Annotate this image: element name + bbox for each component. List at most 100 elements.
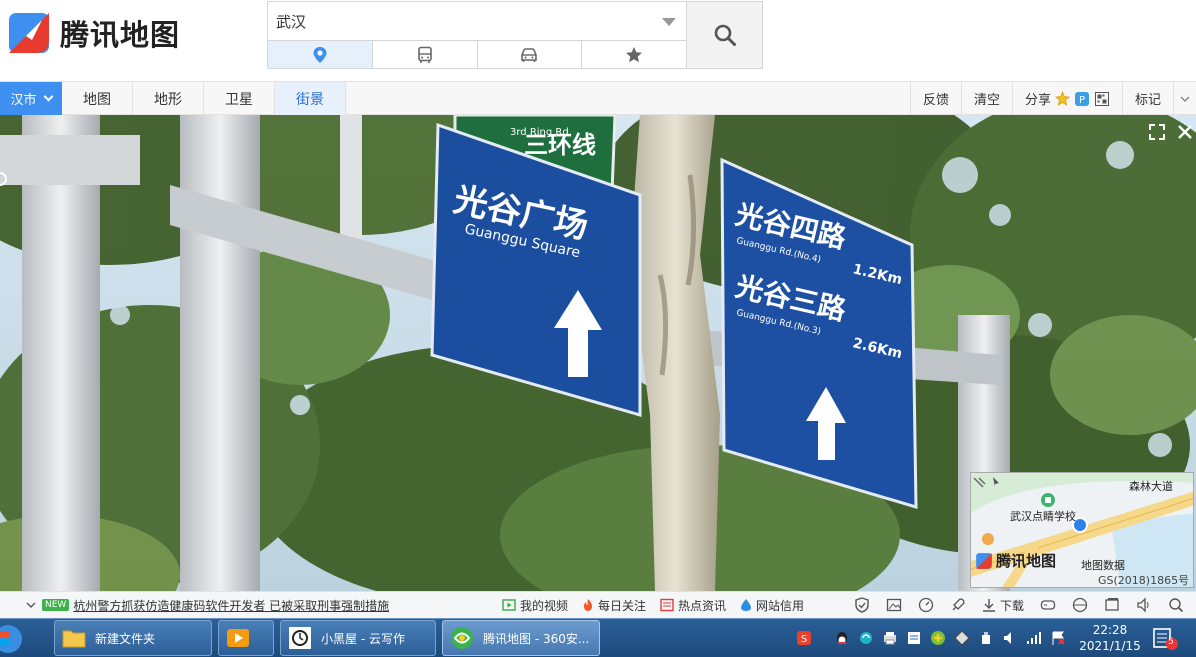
tab-drive[interactable] (477, 41, 583, 68)
download-icon (982, 599, 995, 612)
logo[interactable]: 腾讯地图 (6, 10, 180, 56)
minimap-brand-text: 腾讯地图 (996, 552, 1057, 570)
tab-streetview[interactable]: 街景 (275, 82, 346, 115)
shield-icon[interactable] (854, 597, 870, 613)
usb-icon[interactable] (978, 630, 994, 646)
plus-icon[interactable] (930, 630, 946, 646)
search-icon (714, 24, 736, 46)
rotate-control-icon[interactable] (0, 170, 10, 188)
qq-icon[interactable] (834, 630, 850, 646)
my-videos-label: 我的视频 (520, 598, 569, 613)
tab-satellite[interactable]: 卫星 (204, 82, 275, 115)
more-tools-button[interactable] (1173, 82, 1196, 115)
new-badge: NEW (42, 599, 70, 611)
minimap-data-label: 地图数据 (1081, 559, 1125, 572)
task-label: 小黑屋 - 云写作 (321, 631, 405, 646)
city-selector[interactable]: 汉市 (0, 82, 62, 115)
map-copyright: GS(2018)1865号 (1098, 574, 1190, 587)
network-signal-icon[interactable] (1026, 630, 1042, 646)
toolbar-tools: 反馈 清空 分享 P 标记 (909, 82, 1196, 115)
tencent-map-logo-icon (976, 552, 992, 569)
header: 腾讯地图 (0, 0, 1196, 81)
qzone-icon[interactable]: P (1074, 91, 1090, 107)
task-label: 腾讯地图 - 360安... (483, 631, 590, 646)
printer-icon[interactable] (882, 630, 898, 646)
minimap[interactable]: 武汉点睛学校 森林大道 腾讯地图 地图数据 (970, 472, 1194, 588)
star-icon (626, 46, 643, 62)
close-icon[interactable] (1176, 123, 1194, 141)
taskbar-clock[interactable]: 22:28 2021/1/15 (1078, 622, 1142, 654)
task-new-folder[interactable]: 新建文件夹 (54, 620, 212, 656)
sogou-icon[interactable]: S (796, 630, 812, 646)
game-icon[interactable] (1040, 597, 1056, 613)
daily-focus-label: 每日关注 (598, 598, 647, 613)
search-box (267, 1, 687, 41)
browser-page: 腾讯地图 武汉 汉市 地图 地形 卫星 街景 反馈 清空 分享 P 标记 三环线… (0, 0, 1196, 657)
site-credit-link[interactable]: 网站信用 (740, 597, 804, 614)
task-media-player[interactable] (218, 620, 274, 656)
download-button[interactable]: 下载 (982, 597, 1024, 614)
rocket-icon[interactable] (950, 597, 966, 613)
windows-start-icon[interactable] (0, 621, 30, 655)
svg-text:S: S (801, 634, 807, 645)
system-tray: S (792, 619, 1070, 657)
clear-button[interactable]: 清空 (960, 82, 1012, 115)
mark-button[interactable]: 标记 (1121, 82, 1173, 115)
browser-360-icon (451, 627, 473, 649)
clock-date: 2021/1/15 (1079, 639, 1141, 653)
chevron-down-icon[interactable] (26, 601, 36, 609)
map-toolbar: 汉市 地图 地形 卫星 街景 反馈 清空 分享 P 标记 (0, 81, 1196, 115)
logo-text: 腾讯地图 (60, 18, 181, 52)
sync-icon[interactable] (858, 630, 874, 646)
xiaoheiwu-icon (289, 627, 311, 649)
streetview-panorama[interactable]: 三环线 3rd Ring Rd. 光谷广场 Guanggu Square 光谷四… (0, 115, 1196, 591)
news-headline-link[interactable]: 杭州警方抓获仿造健康码软件开发者 已被采取刑事强制措施 (73, 597, 389, 614)
chevron-down-icon (43, 91, 53, 102)
favorite-star-icon[interactable] (1054, 91, 1070, 106)
media-player-icon (227, 629, 249, 647)
tab-favorites[interactable] (582, 41, 686, 68)
diamond-icon[interactable] (954, 630, 970, 646)
tab-place[interactable] (268, 41, 373, 68)
fullscreen-icon[interactable] (1148, 123, 1166, 141)
tab-map[interactable]: 地图 (62, 82, 133, 115)
browser-icon[interactable] (1072, 597, 1088, 613)
window-icon[interactable] (1104, 597, 1120, 613)
speed-icon[interactable] (918, 597, 934, 613)
browser-status-tools: 下载 (846, 592, 1192, 618)
news-icon (660, 598, 674, 612)
chevron-down-icon (1180, 95, 1190, 102)
image-icon[interactable] (886, 597, 902, 613)
windows-taskbar: 新建文件夹 小黑屋 - 云写作 腾讯地图 - 360安... S 22:28 2… (0, 618, 1196, 657)
my-videos-link[interactable]: 我的视频 (502, 597, 568, 614)
drop-icon (741, 599, 752, 611)
ring-road-en: 3rd Ring Rd. (510, 127, 572, 138)
place-icon (313, 46, 327, 63)
tab-bus[interactable] (372, 41, 478, 68)
task-xiaoheiwu[interactable]: 小黑屋 - 云写作 (280, 620, 436, 656)
search-dropdown-icon[interactable] (662, 18, 676, 26)
hot-news-label: 热点资讯 (678, 598, 727, 613)
zoom-icon[interactable] (1168, 597, 1184, 613)
task-tencent-map-360[interactable]: 腾讯地图 - 360安... (442, 620, 600, 656)
tab-terrain[interactable]: 地形 (133, 82, 204, 115)
volume-icon[interactable] (1002, 630, 1018, 646)
bus-icon (417, 46, 432, 63)
notification-count: 5 (1168, 637, 1174, 647)
share-button[interactable]: 分享 P (1011, 82, 1122, 115)
flame-icon (583, 599, 593, 611)
feedback-button[interactable]: 反馈 (909, 82, 961, 115)
qrcode-icon[interactable] (1094, 91, 1110, 107)
daily-focus-link[interactable]: 每日关注 (582, 597, 646, 614)
search-button[interactable] (686, 1, 763, 69)
layer-tabs: 地图 地形 卫星 街景 (62, 82, 346, 115)
notepad-icon[interactable] (906, 630, 922, 646)
volume-icon[interactable] (1136, 597, 1152, 613)
hot-news-link[interactable]: 热点资讯 (660, 597, 726, 614)
search-input[interactable] (276, 9, 646, 33)
browser-news-bar: NEW 杭州警方抓获仿造健康码软件开发者 已被采取刑事强制措施 我的视频 每日关… (0, 591, 1196, 618)
action-center-flag-icon[interactable] (1050, 630, 1066, 646)
notification-center[interactable]: 5 (1152, 627, 1178, 651)
site-credit-label: 网站信用 (756, 598, 805, 613)
city-label: 汉市 (10, 93, 37, 108)
